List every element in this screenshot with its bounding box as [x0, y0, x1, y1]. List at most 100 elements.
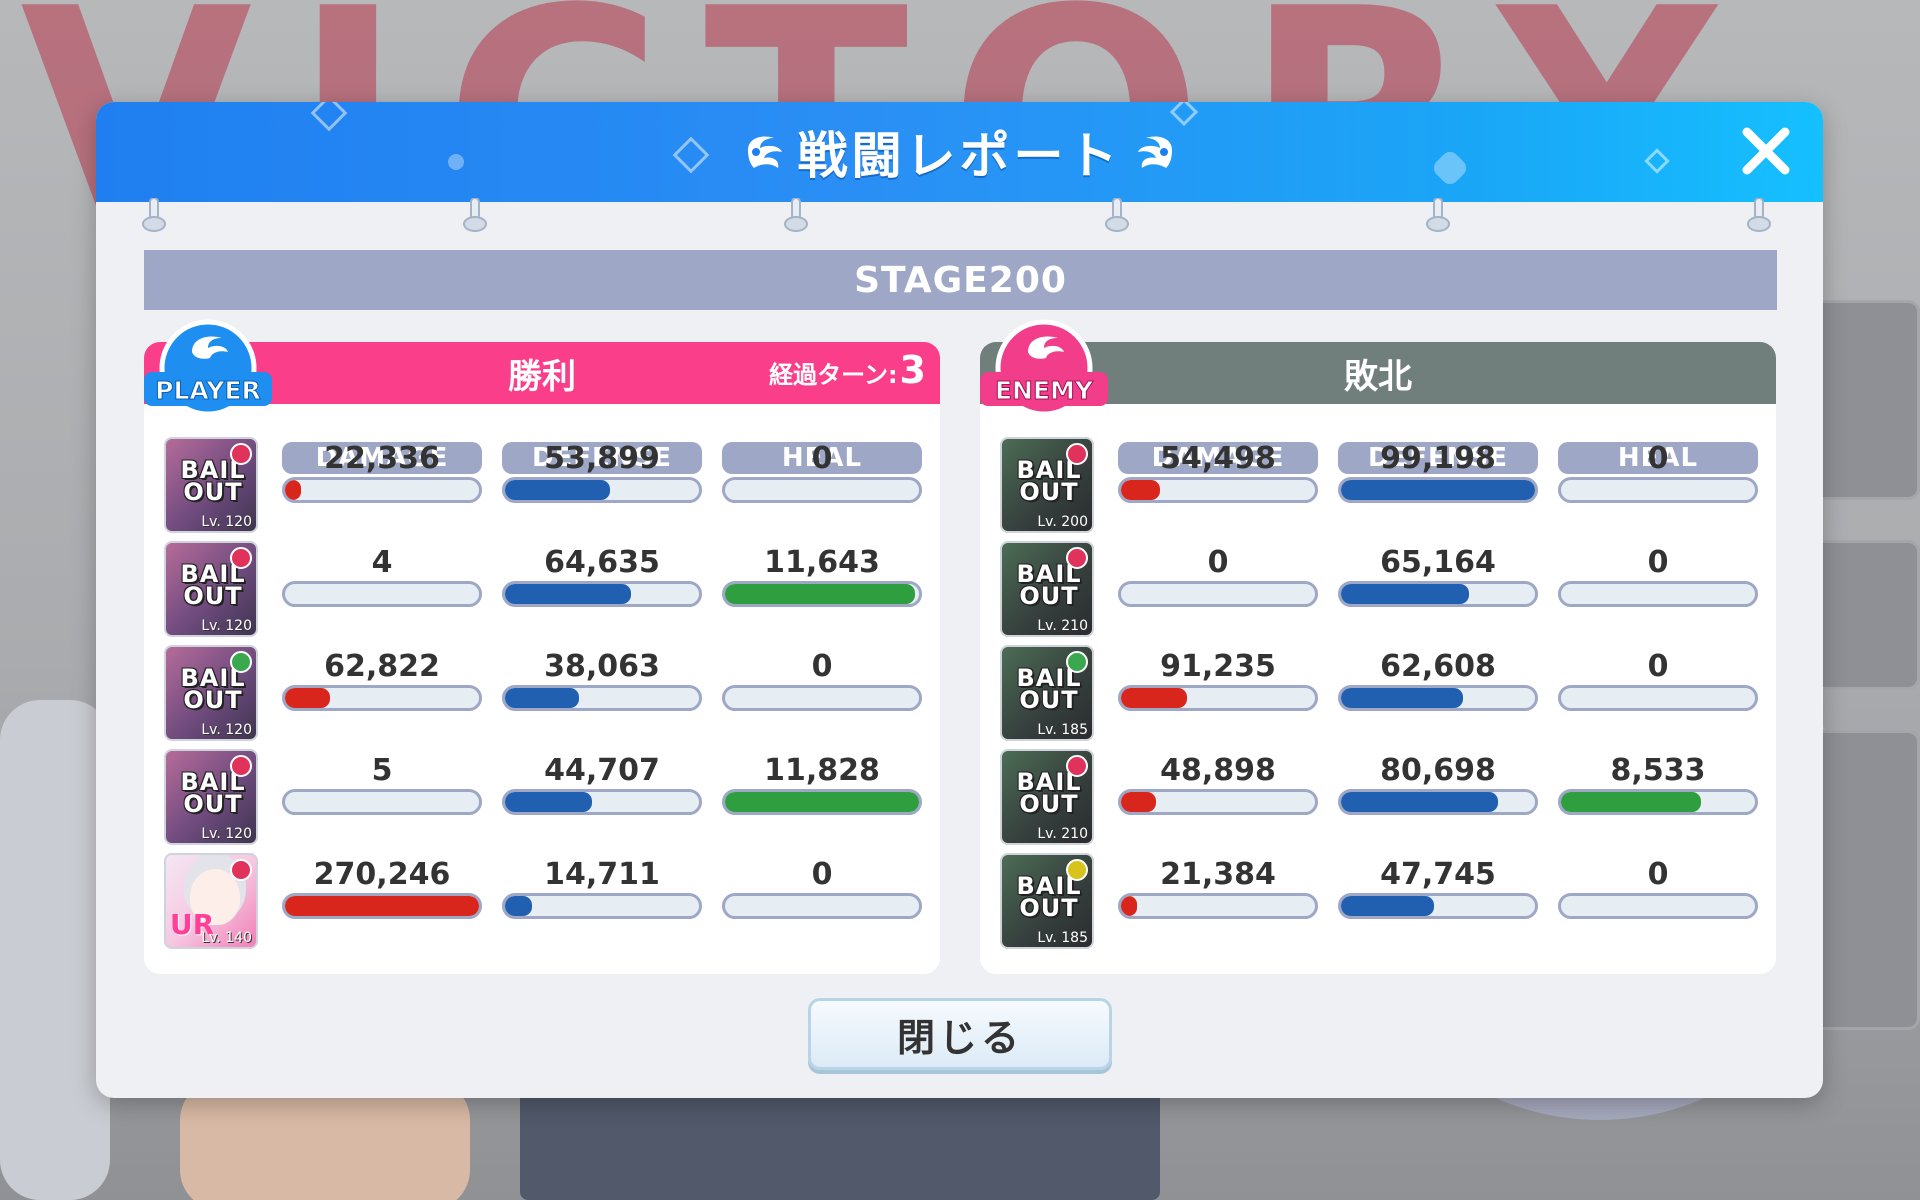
turn-counter-value: 3 [899, 348, 926, 392]
bail-out-label: BAIL OUT [1016, 664, 1082, 714]
attribute-icon [230, 547, 252, 569]
attribute-icon [230, 443, 252, 465]
heal-bar-fill [725, 792, 919, 812]
unit-level: Lv. 120 [201, 826, 252, 842]
defense-bar-fill [1341, 688, 1464, 708]
unit-portrait[interactable]: BAIL OUT Lv. 120 [164, 541, 258, 637]
heal-value: 0 [1647, 649, 1669, 684]
damage-bar [1118, 477, 1318, 503]
enemy-unit-row: BAIL OUT Lv. 210 0 65,164 0 [980, 541, 1776, 637]
damage-value: 0 [1207, 545, 1229, 580]
battle-report-dialog: 戦闘レポート STAGE200 勝利 経過ターン: 3 PLAYER DAMAG… [96, 102, 1823, 1098]
attribute-icon [230, 859, 252, 881]
damage-bar [282, 893, 482, 919]
pin-icon [1747, 198, 1771, 232]
damage-bar [1118, 581, 1318, 607]
damage-stat: 270,246 [282, 853, 482, 949]
unit-portrait[interactable]: BAIL OUT Lv. 185 [1000, 853, 1094, 949]
damage-stat: 91,235 [1118, 645, 1318, 741]
damage-value: 21,384 [1160, 857, 1276, 892]
defense-value: 80,698 [1380, 753, 1496, 788]
attribute-icon [1066, 443, 1088, 465]
unit-level: Lv. 210 [1037, 826, 1088, 842]
heal-value: 0 [1647, 857, 1669, 892]
player-unit-row: UR Lv. 140 270,246 14,711 0 [144, 853, 940, 949]
bail-out-label: BAIL OUT [1016, 872, 1082, 922]
wing-icon [747, 136, 782, 168]
defense-value: 44,707 [544, 753, 660, 788]
unit-portrait[interactable]: BAIL OUT Lv. 120 [164, 645, 258, 741]
background-character [0, 700, 110, 1200]
unit-level: Lv. 120 [201, 722, 252, 738]
damage-value: 91,235 [1160, 649, 1276, 684]
defense-bar [502, 685, 702, 711]
damage-bar [282, 685, 482, 711]
defense-bar [1338, 685, 1538, 711]
heal-value: 8,533 [1610, 753, 1706, 788]
wing-icon [1137, 136, 1172, 168]
unit-portrait[interactable]: BAIL OUT Lv. 185 [1000, 645, 1094, 741]
attribute-icon [1066, 859, 1088, 881]
heal-stat: 8,533 [1558, 749, 1758, 845]
defense-bar-fill [1341, 896, 1435, 916]
heal-stat: 0 [1558, 437, 1758, 533]
heal-stat: 0 [722, 437, 922, 533]
player-unit-row: BAIL OUT Lv. 120 22,336 53,899 0 [144, 437, 940, 533]
attribute-icon [230, 755, 252, 777]
defense-value: 53,899 [544, 441, 660, 476]
player-team-panel: 勝利 経過ターン: 3 PLAYER DAMAGE DEFENSE HEAL B… [144, 319, 940, 974]
defense-value: 14,711 [544, 857, 660, 892]
close-x-icon[interactable] [1739, 124, 1793, 178]
defense-bar-fill [505, 584, 632, 604]
damage-bar-fill [285, 480, 301, 500]
attribute-icon [230, 651, 252, 673]
unit-level: Lv. 140 [201, 930, 252, 946]
defense-stat: 62,608 [1338, 645, 1538, 741]
defense-bar [502, 893, 702, 919]
stage-label: STAGE200 [144, 250, 1777, 310]
close-button[interactable]: 閉じる [808, 998, 1112, 1070]
background-card [1806, 540, 1920, 690]
unit-level: Lv. 120 [201, 618, 252, 634]
damage-bar [282, 581, 482, 607]
damage-value: 5 [371, 753, 393, 788]
damage-value: 22,336 [324, 441, 440, 476]
unit-level: Lv. 120 [201, 514, 252, 530]
unit-level: Lv. 200 [1037, 514, 1088, 530]
damage-bar [282, 789, 482, 815]
damage-stat: 22,336 [282, 437, 482, 533]
defense-value: 38,063 [544, 649, 660, 684]
player-unit-row: BAIL OUT Lv. 120 62,822 38,063 0 [144, 645, 940, 741]
unit-portrait[interactable]: BAIL OUT Lv. 210 [1000, 749, 1094, 845]
damage-value: 4 [371, 545, 393, 580]
defense-stat: 80,698 [1338, 749, 1538, 845]
defense-bar-fill [1341, 480, 1535, 500]
dialog-title: 戦闘レポート [797, 127, 1122, 185]
unit-portrait[interactable]: BAIL OUT Lv. 120 [164, 437, 258, 533]
damage-stat: 48,898 [1118, 749, 1318, 845]
bail-out-label: BAIL OUT [180, 560, 246, 610]
turn-counter-label: 経過ターン: [769, 361, 898, 389]
damage-value: 54,498 [1160, 441, 1276, 476]
enemy-team-panel: 敗北 ENEMY DAMAGE DEFENSE HEAL BAIL OUT Lv.… [980, 319, 1776, 974]
heal-value: 0 [811, 649, 833, 684]
heal-value: 0 [1647, 441, 1669, 476]
defense-stat: 44,707 [502, 749, 702, 845]
defense-bar [502, 581, 702, 607]
unit-portrait[interactable]: UR Lv. 140 [164, 853, 258, 949]
defense-bar-fill [505, 792, 593, 812]
damage-bar-fill [285, 688, 330, 708]
bail-out-label: BAIL OUT [180, 456, 246, 506]
heal-bar [1558, 581, 1758, 607]
defense-stat: 64,635 [502, 541, 702, 637]
unit-portrait[interactable]: BAIL OUT Lv. 210 [1000, 541, 1094, 637]
unit-portrait[interactable]: BAIL OUT Lv. 120 [164, 749, 258, 845]
heal-stat: 11,828 [722, 749, 922, 845]
heal-stat: 0 [1558, 853, 1758, 949]
heal-bar [1558, 685, 1758, 711]
defense-bar-fill [1341, 792, 1499, 812]
background-character [520, 1090, 1160, 1200]
defense-bar [1338, 581, 1538, 607]
unit-portrait[interactable]: BAIL OUT Lv. 200 [1000, 437, 1094, 533]
bail-out-label: BAIL OUT [1016, 456, 1082, 506]
